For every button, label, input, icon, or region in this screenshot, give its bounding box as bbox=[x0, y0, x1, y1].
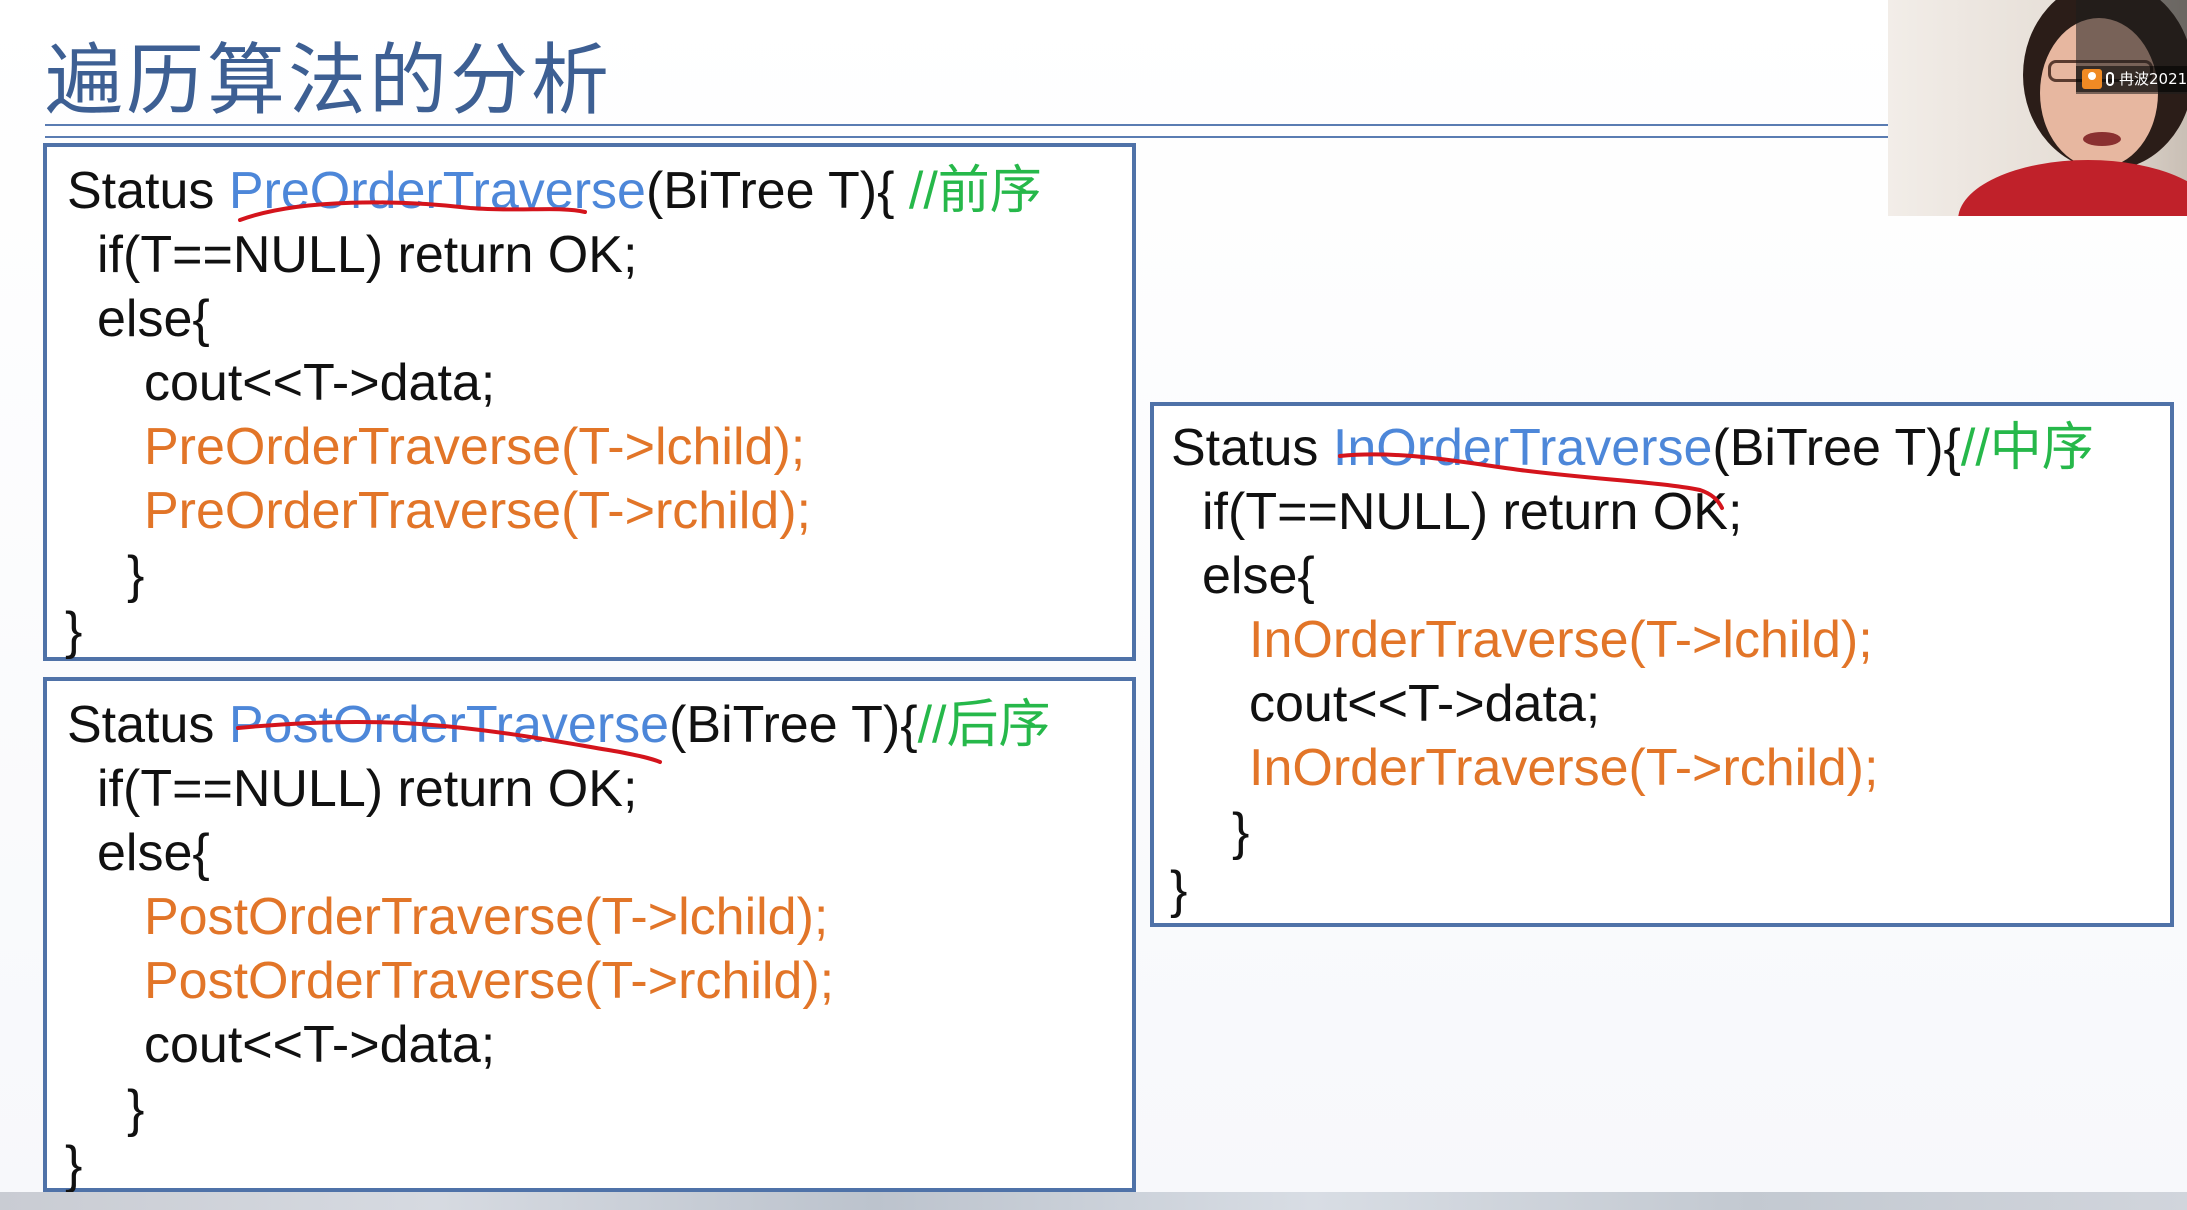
preorder-null-check: if(T==NULL) return OK; bbox=[97, 226, 638, 284]
presenter-webcam[interactable]: 冉波2021 bbox=[1888, 0, 2187, 216]
postorder-status-keyword: Status bbox=[67, 696, 229, 754]
preorder-else-close: } bbox=[127, 546, 145, 604]
preorder-code-box: Status PreOrderTraverse(BiTree T){ //前序 … bbox=[43, 143, 1136, 661]
postorder-comment: //后序 bbox=[917, 696, 1051, 754]
inorder-func-close: } bbox=[1170, 861, 1188, 919]
user-icon bbox=[2082, 69, 2102, 89]
inorder-signature: Status InOrderTraverse(BiTree T){//中序 bbox=[1171, 416, 2094, 480]
preorder-params: (BiTree T){ bbox=[645, 162, 909, 220]
preorder-func-close: } bbox=[65, 602, 83, 660]
postorder-visit-line: cout<<T->data; bbox=[144, 1016, 496, 1074]
postorder-code-box: Status PostOrderTraverse(BiTree T){//后序 … bbox=[43, 677, 1136, 1194]
inorder-comment: //中序 bbox=[1960, 419, 2094, 477]
preorder-visit-line: cout<<T->data; bbox=[144, 354, 496, 412]
participant-name-tag: 冉波2021 bbox=[2076, 66, 2187, 92]
title-divider bbox=[45, 124, 1890, 138]
postorder-else-close: } bbox=[127, 1080, 145, 1138]
inorder-code-box: Status InOrderTraverse(BiTree T){//中序 if… bbox=[1150, 402, 2174, 927]
inorder-left-call: InOrderTraverse(T->lchild); bbox=[1249, 611, 1873, 669]
preorder-signature: Status PreOrderTraverse(BiTree T){ //前序 bbox=[67, 159, 1042, 223]
postorder-params: (BiTree T){ bbox=[669, 696, 918, 754]
postorder-func-close: } bbox=[65, 1136, 83, 1194]
postorder-else: else{ bbox=[97, 824, 210, 882]
bottom-strip bbox=[0, 1192, 2187, 1210]
preorder-left-call: PreOrderTraverse(T->lchild); bbox=[144, 418, 806, 476]
postorder-null-check: if(T==NULL) return OK; bbox=[97, 760, 638, 818]
preorder-comment: //前序 bbox=[908, 162, 1042, 220]
slide-title: 遍历算法的分析 bbox=[45, 36, 613, 126]
inorder-status-keyword: Status bbox=[1171, 419, 1333, 477]
postorder-right-call: PostOrderTraverse(T->rchild); bbox=[144, 952, 835, 1010]
postorder-left-call: PostOrderTraverse(T->lchild); bbox=[144, 888, 829, 946]
mic-icon bbox=[2106, 72, 2114, 86]
inorder-params: (BiTree T){ bbox=[1712, 419, 1961, 477]
inorder-visit-line: cout<<T->data; bbox=[1249, 675, 1601, 733]
inorder-right-call: InOrderTraverse(T->rchild); bbox=[1249, 739, 1879, 797]
inorder-function-name: InOrderTraverse bbox=[1332, 419, 1713, 477]
inorder-else-close: } bbox=[1232, 803, 1250, 861]
inorder-else: else{ bbox=[1202, 547, 1315, 605]
inorder-null-check: if(T==NULL) return OK; bbox=[1202, 483, 1743, 541]
postorder-function-name: PostOrderTraverse bbox=[228, 696, 670, 754]
participant-name: 冉波2021 bbox=[2119, 70, 2187, 88]
preorder-right-call: PreOrderTraverse(T->rchild); bbox=[144, 482, 811, 540]
preorder-else: else{ bbox=[97, 290, 210, 348]
slide: 遍历算法的分析 Status PreOrderTraverse(BiTree T… bbox=[0, 0, 2187, 1210]
postorder-signature: Status PostOrderTraverse(BiTree T){//后序 bbox=[67, 693, 1050, 757]
preorder-function-name: PreOrderTraverse bbox=[228, 162, 646, 220]
presenter-mouth bbox=[2083, 132, 2121, 146]
preorder-status-keyword: Status bbox=[67, 162, 229, 220]
